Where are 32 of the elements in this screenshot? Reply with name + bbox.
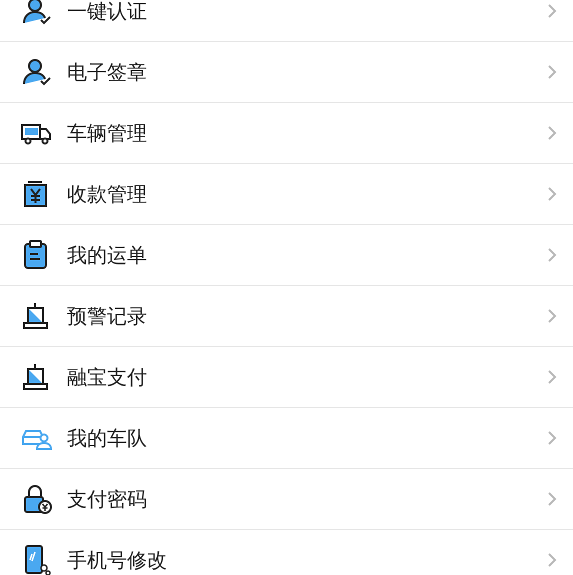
menu-item-label: 手机号修改 [67,549,168,571]
menu-item[interactable]: 手机号修改 [0,530,573,575]
menu-item-label: 预警记录 [67,305,148,327]
chevron-icon [547,125,557,141]
person-check-icon [20,56,52,88]
chevron-icon [547,369,557,385]
menu-item-label: 车辆管理 [67,122,148,144]
person-check-icon [20,0,52,27]
chevron-icon [547,552,557,568]
chevron-icon [547,64,557,80]
menu-item[interactable]: 融宝支付 [0,347,573,408]
menu-item[interactable]: 我的运单 [0,225,573,286]
chevron-icon [547,247,557,263]
menu-item[interactable]: 收款管理 [0,164,573,225]
chevron-icon [547,3,557,19]
chevron-icon [547,308,557,324]
menu-item[interactable]: 支付密码 [0,469,573,530]
menu-item-label: 一键认证 [67,0,148,22]
chevron-icon [547,430,557,446]
chevron-icon [547,186,557,202]
menu-item[interactable]: 车辆管理 [0,103,573,164]
menu-item[interactable]: 我的车队 [0,408,573,469]
menu-item-label: 电子签章 [67,61,148,83]
menu-item-label: 我的运单 [67,244,148,266]
menu-item-label: 融宝支付 [67,366,148,388]
menu-item[interactable]: 电子签章 [0,42,573,103]
menu-item-label: 收款管理 [67,183,148,205]
menu-item[interactable]: 一键认证 [0,0,573,42]
menu-item[interactable]: 预警记录 [0,286,573,347]
menu-item-label: 我的车队 [67,427,148,449]
menu-item-label: 支付密码 [67,488,148,510]
chevron-icon [547,491,557,507]
